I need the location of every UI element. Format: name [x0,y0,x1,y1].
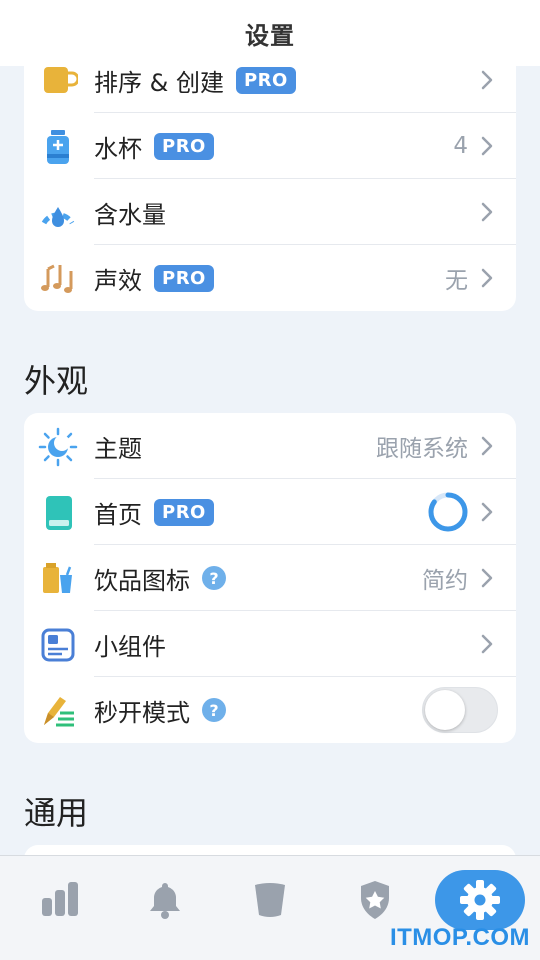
bell-icon [150,883,180,919]
appearance-card: 主题 跟随系统 首页 PRO 饮品图标 ? 简约 小组件 秒开模式 ? [24,413,516,743]
row-drink-icons[interactable]: 饮品图标 ? 简约 [24,545,516,611]
row-sound-effects[interactable]: 声效 PRO 无 [24,245,516,311]
gear-icon [460,880,500,920]
tab-drink[interactable] [225,870,315,930]
cup-icon [255,883,285,917]
progress-ring-icon [428,492,468,532]
pencil-list-icon [36,689,80,733]
row-label: 声效 [94,266,142,295]
star-shield-icon [361,881,389,919]
water-bottle-icon [36,125,80,169]
row-value: 简约 [422,568,468,594]
page-title: 设置 [245,21,295,50]
settings-screen: 排序 & 创建 PRO 水杯 PRO 4 含水量 声效 PRO 无 外观 主题 … [0,0,540,960]
row-value: 4 [453,133,468,159]
bottom-tab-bar: ITMOP.COM [0,855,540,960]
settings-content: 排序 & 创建 PRO 水杯 PRO 4 含水量 声效 PRO 无 外观 主题 … [0,0,540,855]
row-label: 首页 [94,500,142,529]
chevron-right-icon [481,70,493,90]
row-widgets[interactable]: 小组件 [24,611,516,677]
chevron-right-icon [481,202,493,222]
row-label: 秒开模式 [94,698,190,727]
row-value: 跟随系统 [376,436,468,462]
row-label: 主题 [94,434,142,463]
drinks-icon [36,557,80,601]
general-card [24,845,516,855]
help-icon[interactable]: ? [202,566,226,590]
row-quick-open-mode: 秒开模式 ? [24,677,516,743]
watermark-text: ITMOP.COM [389,924,530,951]
section-title-general: 通用 [24,794,89,832]
quick-open-toggle[interactable] [422,687,498,733]
top-header: 设置 [0,0,540,66]
bar-chart-icon [42,882,78,916]
pro-badge: PRO [154,498,214,526]
tab-achievements[interactable] [330,870,420,930]
row-label: 含水量 [94,200,166,229]
chevron-right-icon [481,568,493,588]
row-value: 无 [445,268,468,294]
toggle-knob [425,690,465,730]
chevron-right-icon [481,502,493,522]
widget-icon [36,623,80,667]
help-icon[interactable]: ? [202,698,226,722]
sun-moon-icon [36,425,80,469]
phone-screen-icon [36,491,80,535]
row-theme[interactable]: 主题 跟随系统 [24,413,516,479]
water-gauge-icon [36,191,80,235]
pro-badge: PRO [154,264,214,292]
chevron-right-icon [481,268,493,288]
chevron-right-icon [481,634,493,654]
row-water-content[interactable]: 含水量 [24,179,516,245]
chevron-right-icon [481,136,493,156]
row-home[interactable]: 首页 PRO [24,479,516,545]
row-label: 水杯 [94,134,142,163]
row-label: 排序 & 创建 [94,68,224,97]
section-title-appearance: 外观 [24,362,89,400]
tab-statistics[interactable] [15,870,105,930]
row-label: 饮品图标 [94,566,190,595]
pro-badge: PRO [154,132,214,160]
chevron-right-icon [481,436,493,456]
tab-settings[interactable] [435,870,525,930]
general-settings-card: 排序 & 创建 PRO 水杯 PRO 4 含水量 声效 PRO 无 [24,40,516,311]
row-label: 小组件 [94,632,166,661]
pro-badge: PRO [235,66,296,94]
music-notes-icon [36,257,80,301]
row-cups[interactable]: 水杯 PRO 4 [24,113,516,179]
tab-reminders[interactable] [120,870,210,930]
